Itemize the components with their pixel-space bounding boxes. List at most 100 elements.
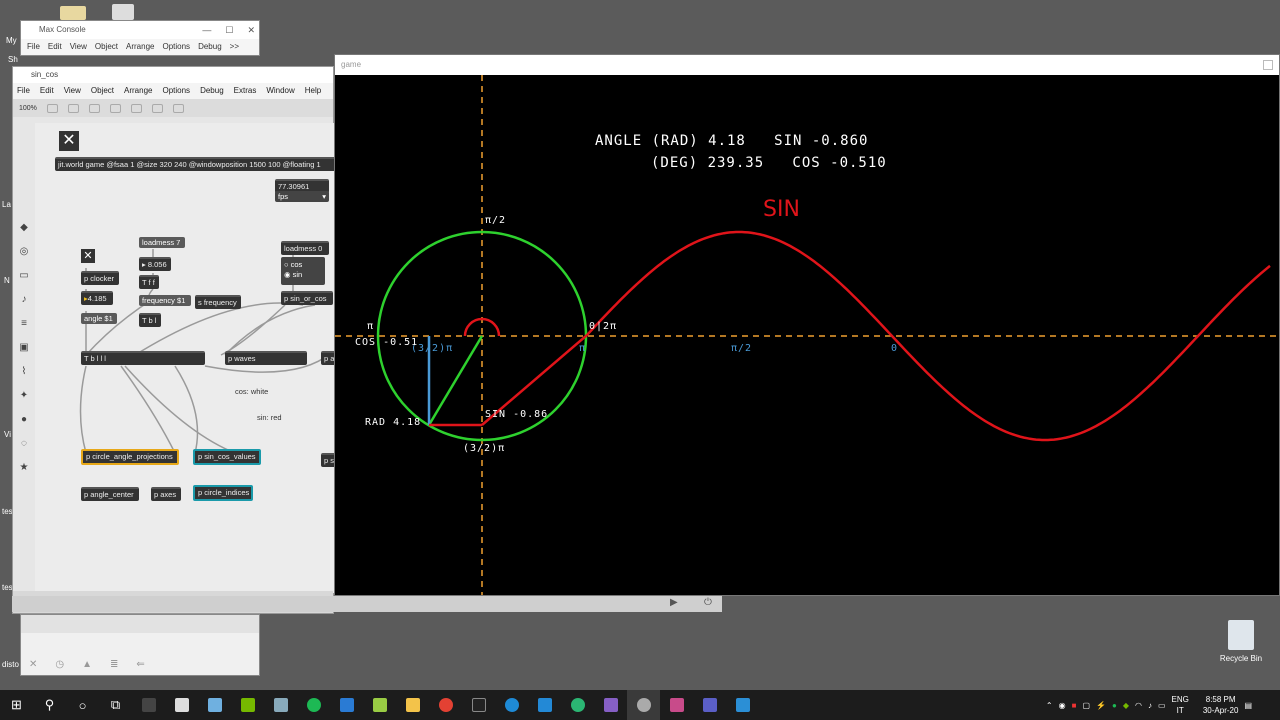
- paperclip-icon[interactable]: ⌇: [19, 367, 29, 377]
- volume-icon[interactable]: ♪: [1148, 701, 1152, 710]
- notepad-icon[interactable]: [363, 690, 396, 720]
- menu-window[interactable]: Window: [266, 83, 294, 99]
- menu-view[interactable]: View: [70, 39, 87, 55]
- angle-number[interactable]: ▸4.185: [81, 291, 113, 305]
- radio-cos[interactable]: ○ cos: [284, 260, 322, 270]
- file-icon[interactable]: [112, 4, 134, 20]
- toolbar-icon[interactable]: [151, 103, 163, 113]
- menu-edit[interactable]: Edit: [48, 39, 62, 55]
- trigger-bl-object[interactable]: T b l: [139, 313, 161, 327]
- sin-cos-radio[interactable]: ○ cos ◉ sin: [281, 257, 325, 285]
- subpatch-a[interactable]: p a: [321, 351, 335, 365]
- waves-subpatch[interactable]: p waves: [225, 351, 307, 365]
- menu-options[interactable]: Options: [162, 83, 190, 99]
- trigger-ff-object[interactable]: T f f: [139, 275, 159, 289]
- jit-world-object[interactable]: jit.world game @fsaa 1 @size 320 240 @wi…: [55, 157, 335, 171]
- task-view-icon[interactable]: ⧉: [99, 690, 132, 720]
- zoom-select[interactable]: 100%: [19, 105, 37, 112]
- clocker-subpatch[interactable]: p clocker: [81, 271, 119, 285]
- list-icon[interactable]: ▭: [19, 271, 29, 281]
- radio-sin[interactable]: ◉ sin: [284, 270, 322, 280]
- menu-file[interactable]: File: [27, 39, 40, 55]
- wifi-icon[interactable]: ◠: [1135, 701, 1142, 710]
- angle-center-subpatch[interactable]: p angle_center: [81, 487, 139, 501]
- circle-angle-projections-subpatch[interactable]: p circle_angle_projections: [81, 449, 179, 465]
- maximize-icon[interactable]: [1263, 60, 1273, 70]
- max-icon[interactable]: [627, 690, 660, 720]
- app-icon[interactable]: [264, 690, 297, 720]
- menu-object[interactable]: Object: [91, 83, 114, 99]
- max-console-titlebar[interactable]: Max Console — ☐ ✕: [21, 21, 259, 39]
- tray-icon[interactable]: ◆: [1123, 701, 1129, 710]
- frequency-message[interactable]: frequency $1: [139, 295, 191, 306]
- windows-start-icon[interactable]: ⊞: [0, 690, 33, 720]
- mail-icon[interactable]: [330, 690, 363, 720]
- sin-cos-values-subpatch[interactable]: p sin_cos_values: [193, 449, 261, 465]
- tray-icon[interactable]: ■: [1072, 701, 1077, 710]
- menu-view[interactable]: View: [64, 83, 81, 99]
- arrow-left-icon[interactable]: ⇐: [136, 659, 144, 670]
- patcher-window[interactable]: sin_cos File Edit View Object Arrange Op…: [12, 66, 335, 614]
- minimize-icon[interactable]: —: [202, 21, 211, 39]
- close-icon[interactable]: ✕: [247, 21, 255, 39]
- loadmess-7-object[interactable]: loadmess 7: [139, 237, 185, 248]
- teams-icon[interactable]: [693, 690, 726, 720]
- app-icon[interactable]: [198, 690, 231, 720]
- app-icon[interactable]: [660, 690, 693, 720]
- menu-debug[interactable]: Debug: [198, 39, 222, 55]
- menu-arrange[interactable]: Arrange: [124, 83, 152, 99]
- search-icon[interactable]: ⚲: [33, 690, 66, 720]
- menu-more[interactable]: >>: [230, 39, 239, 55]
- spotify-icon[interactable]: [297, 690, 330, 720]
- patcher-titlebar[interactable]: sin_cos: [13, 67, 333, 83]
- tray-icon[interactable]: ⚡: [1096, 701, 1106, 710]
- app-icon[interactable]: [561, 690, 594, 720]
- max-console-window[interactable]: Max Console — ☐ ✕ File Edit View Object Ar…: [20, 20, 260, 56]
- chrome-icon[interactable]: [429, 690, 462, 720]
- nvidia-icon[interactable]: [231, 690, 264, 720]
- toolbar-icon[interactable]: [67, 103, 79, 113]
- menu-extras[interactable]: Extras: [234, 83, 257, 99]
- menu-help[interactable]: Help: [305, 83, 321, 99]
- subpatch-si[interactable]: p si: [321, 453, 335, 467]
- puzzle-icon[interactable]: ✦: [19, 391, 29, 401]
- sliders-icon[interactable]: ≡: [19, 319, 29, 329]
- menu-object[interactable]: Object: [95, 39, 118, 55]
- axes-subpatch[interactable]: p axes: [151, 487, 181, 501]
- trigger-blll-object[interactable]: T b l l l: [81, 351, 205, 365]
- angle-message[interactable]: angle $1: [81, 313, 117, 324]
- image-icon[interactable]: ▣: [19, 343, 29, 353]
- clock-icon[interactable]: ◌: [19, 439, 29, 449]
- game-titlebar[interactable]: game: [335, 55, 1279, 75]
- toolbar-icon[interactable]: [130, 103, 142, 113]
- circle-indices-subpatch[interactable]: p circle_indices: [193, 485, 253, 501]
- tray-icon[interactable]: ●: [1112, 701, 1117, 710]
- clock[interactable]: 8:58 PM 30-Apr-20: [1195, 694, 1239, 716]
- folder-icon[interactable]: [396, 690, 429, 720]
- notifications-icon[interactable]: ▤: [1244, 701, 1252, 710]
- toolbar-icon[interactable]: [46, 103, 58, 113]
- tray-icon[interactable]: ◉: [1059, 701, 1066, 710]
- toolbar-icon[interactable]: [109, 103, 121, 113]
- maximize-icon[interactable]: ☐: [225, 21, 233, 39]
- clear-icon[interactable]: ✕: [29, 659, 37, 670]
- target-icon[interactable]: ◎: [19, 247, 29, 257]
- metro-toggle[interactable]: ✕: [81, 249, 95, 263]
- toolbar-icon[interactable]: [88, 103, 100, 113]
- folder-icon[interactable]: [60, 6, 86, 20]
- battery-icon[interactable]: ▭: [1158, 701, 1166, 710]
- patcher-canvas[interactable]: ✕ jit.world game @fsaa 1 @size 320 240 @…: [35, 123, 335, 593]
- power-icon[interactable]: ⏻: [704, 597, 712, 608]
- photos-icon[interactable]: [726, 690, 759, 720]
- game-window[interactable]: game ANGLE (RAD) 4.18 SIN -0.860 (DEG) 2…: [334, 54, 1280, 596]
- sin-or-cos-subpatch[interactable]: p sin_or_cos: [281, 291, 333, 305]
- menu-debug[interactable]: Debug: [200, 83, 224, 99]
- toolbar-icon[interactable]: [172, 103, 184, 113]
- menu-options[interactable]: Options: [162, 39, 190, 55]
- star-icon[interactable]: ★: [19, 463, 29, 473]
- loadmess-0-object[interactable]: loadmess 0: [281, 241, 329, 255]
- terminal-icon[interactable]: [462, 690, 495, 720]
- language-indicator[interactable]: ENG IT: [1172, 694, 1189, 716]
- menu-file[interactable]: File: [17, 83, 30, 99]
- clock-icon[interactable]: ◷: [55, 659, 64, 670]
